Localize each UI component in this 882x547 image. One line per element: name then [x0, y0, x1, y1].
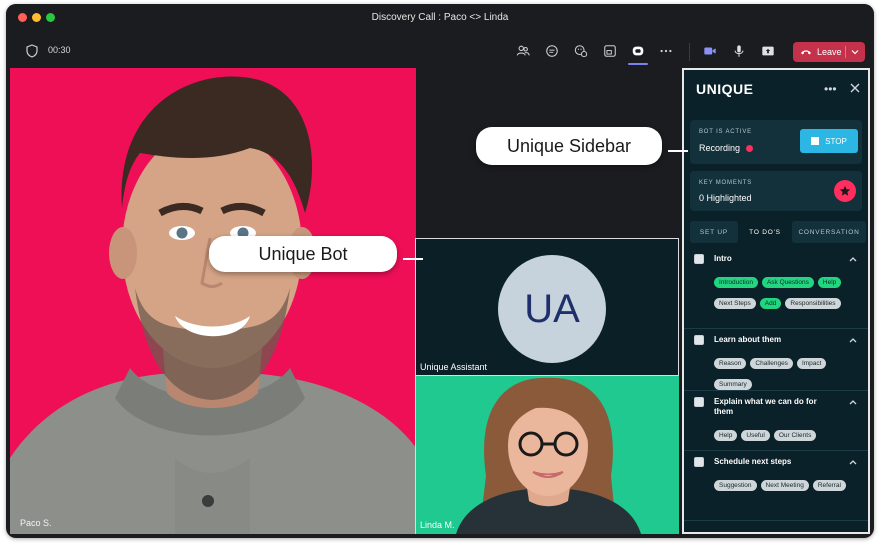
mic-icon[interactable]: [731, 43, 747, 59]
todo-checkbox[interactable]: [694, 397, 704, 407]
todo-section: Intro Introduction Ask Questions Help Next S…: [684, 247, 868, 329]
chevron-up-icon[interactable]: [848, 336, 858, 344]
window-title: Discovery Call : Paco <> Linda: [371, 12, 509, 23]
participant-video-linda: [456, 377, 641, 534]
star-icon: [839, 185, 851, 196]
linda-video-tile[interactable]: Linda M.: [415, 376, 679, 534]
todo-chip[interactable]: Suggestion: [714, 480, 757, 491]
todo-chip[interactable]: Next Steps: [714, 298, 756, 309]
participant-video-paco: [10, 76, 416, 534]
tab-conversation[interactable]: CONVERSATION: [792, 221, 866, 243]
todo-chip[interactable]: Ask Questions: [761, 277, 814, 288]
unique-app-icon[interactable]: [630, 43, 646, 59]
meeting-toolbar: 00:30 Leave: [6, 34, 874, 68]
participant-name-linda: Linda M.: [420, 520, 455, 530]
highlight-button[interactable]: [834, 180, 856, 202]
chevron-up-icon[interactable]: [848, 255, 858, 263]
todo-checkbox[interactable]: [694, 457, 704, 467]
unique-sidebar: UNIQUE ••• BOT IS ACTIVE Recording STOP …: [682, 68, 870, 534]
todo-chip[interactable]: Summary: [714, 379, 752, 390]
todo-chip[interactable]: Referral: [812, 480, 846, 491]
more-icon[interactable]: [658, 43, 674, 59]
sidebar-more-icon[interactable]: •••: [824, 82, 837, 96]
toolbar-divider: [689, 43, 690, 61]
chat-icon[interactable]: [544, 43, 560, 59]
todo-section: Learn about them Reason Challenges Impact Su…: [684, 328, 868, 391]
bot-status-value: Recording: [699, 143, 754, 153]
bot-status-label: BOT IS ACTIVE: [699, 129, 752, 135]
shield-icon[interactable]: [26, 44, 38, 58]
title-bar: Discovery Call : Paco <> Linda: [6, 4, 874, 34]
todo-section-title: Intro: [714, 254, 732, 263]
todo-chip[interactable]: Challenges: [750, 358, 793, 369]
chevron-down-icon[interactable]: [850, 46, 860, 58]
call-timer: 00:30: [48, 45, 71, 55]
chevron-up-icon[interactable]: [848, 458, 858, 466]
todo-section-title: Explain what we can do for them: [714, 397, 817, 416]
todo-chip[interactable]: Help: [714, 430, 738, 441]
reactions-icon[interactable]: [573, 43, 589, 59]
sidebar-tabs: SET UP TO DO'S CONVERSATION: [690, 221, 866, 243]
todo-chip-list: Introduction Ask Questions Help Next Steps A…: [714, 271, 859, 313]
people-icon[interactable]: [515, 43, 531, 59]
chevron-up-icon[interactable]: [848, 398, 858, 406]
participant-name-assistant: Unique Assistant: [420, 362, 488, 372]
todo-checkbox[interactable]: [694, 335, 704, 345]
todo-chip[interactable]: Useful: [741, 430, 770, 441]
assistant-video-tile[interactable]: UA Unique Assistant: [415, 238, 679, 376]
tab-setup[interactable]: SET UP: [690, 221, 738, 243]
todo-chip-list: Suggestion Next Meeting Referral: [714, 474, 859, 495]
leave-button[interactable]: Leave: [793, 42, 865, 62]
key-moments-label: KEY MOMENTS: [699, 180, 753, 186]
todo-chip[interactable]: Our Clients: [773, 430, 817, 441]
recording-text: Recording: [699, 143, 741, 153]
todo-chip[interactable]: Introduction: [714, 277, 758, 288]
sidebar-callout-connector: [668, 150, 688, 152]
stop-recording-button[interactable]: STOP: [800, 129, 858, 153]
bot-callout-connector: [403, 258, 423, 260]
todo-chip[interactable]: Impact: [796, 358, 827, 369]
unique-logo: UNIQUE: [696, 81, 754, 97]
todo-chip[interactable]: Next Meeting: [760, 480, 809, 491]
main-video-tile[interactable]: Paco S.: [10, 68, 416, 534]
bot-status-card: BOT IS ACTIVE Recording STOP: [690, 120, 862, 164]
share-icon[interactable]: [760, 43, 776, 59]
key-moments-card: KEY MOMENTS 0 Highlighted: [690, 171, 862, 211]
todo-chip[interactable]: Add: [759, 298, 782, 309]
phone-hangup-icon: [801, 50, 811, 55]
active-app-indicator: [628, 63, 648, 65]
todo-chip[interactable]: Reason: [714, 358, 747, 369]
todo-chip-list: Reason Challenges Impact Summary: [714, 352, 859, 394]
leave-divider: [845, 46, 846, 58]
meeting-window: Discovery Call : Paco <> Linda 00:30 Lea…: [6, 4, 874, 538]
share-tray-icon[interactable]: [602, 43, 618, 59]
callout-unique-sidebar: Unique Sidebar: [476, 127, 662, 165]
close-icon[interactable]: [848, 81, 862, 95]
todo-section-title: Learn about them: [714, 335, 782, 344]
stop-label: STOP: [825, 136, 847, 146]
todo-section-title: Schedule next steps: [714, 457, 792, 466]
sidebar-header: UNIQUE •••: [684, 70, 868, 110]
stop-icon: [811, 137, 820, 145]
camera-icon[interactable]: [702, 43, 718, 59]
key-moments-value: 0 Highlighted: [699, 193, 752, 203]
todo-checkbox[interactable]: [694, 254, 704, 264]
tab-todos[interactable]: TO DO'S: [742, 221, 788, 243]
participant-name-paco: Paco S.: [20, 518, 52, 528]
callout-unique-bot: Unique Bot: [209, 236, 397, 272]
todo-section: Schedule next steps Suggestion Next Meetin…: [684, 450, 868, 521]
leave-label: Leave: [817, 47, 842, 57]
todo-chip-list: Help Useful Our Clients: [714, 424, 859, 445]
assistant-avatar: UA: [498, 255, 606, 363]
todo-chip[interactable]: Responsibilities: [785, 298, 841, 309]
recording-dot-icon: [746, 145, 754, 152]
todo-chip[interactable]: Help: [817, 277, 842, 288]
todo-section: Explain what we can do for them Help Usefu…: [684, 390, 868, 451]
